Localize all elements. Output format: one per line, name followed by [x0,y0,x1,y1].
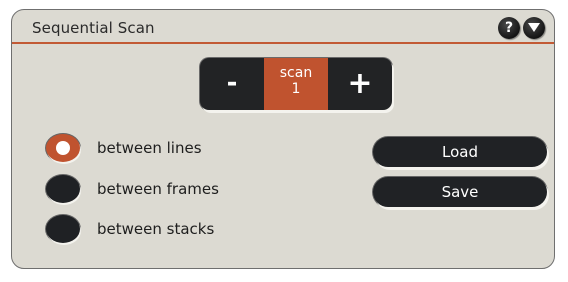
scan-label: scan [279,65,313,81]
radio-between-stacks[interactable]: between stacks [46,215,266,245]
decrement-button[interactable]: - [200,58,264,110]
radio-label: between lines [97,139,202,157]
help-icon-glyph: ? [504,20,514,36]
radio-button[interactable] [46,215,80,243]
chevron-down-icon[interactable] [523,17,545,39]
panel-header: Sequential Scan ? [12,10,554,44]
radio-label: between frames [97,180,219,198]
increment-button[interactable]: + [328,58,392,110]
load-button[interactable]: Load [373,137,547,167]
help-icon[interactable]: ? [498,17,520,39]
panel-title: Sequential Scan [32,19,155,37]
radio-label: between stacks [97,220,215,238]
radio-button-selected[interactable] [46,134,80,162]
radio-between-frames[interactable]: between frames [46,175,266,205]
radio-button[interactable] [46,175,80,203]
sequential-scan-panel: Sequential Scan ? - scan 1 + between lin… [11,9,555,269]
scan-value-display: scan 1 [264,58,328,110]
scan-stepper: - scan 1 + [200,58,392,110]
save-button[interactable]: Save [373,177,547,207]
scan-number: 1 [291,81,301,97]
radio-between-lines[interactable]: between lines [46,134,266,164]
